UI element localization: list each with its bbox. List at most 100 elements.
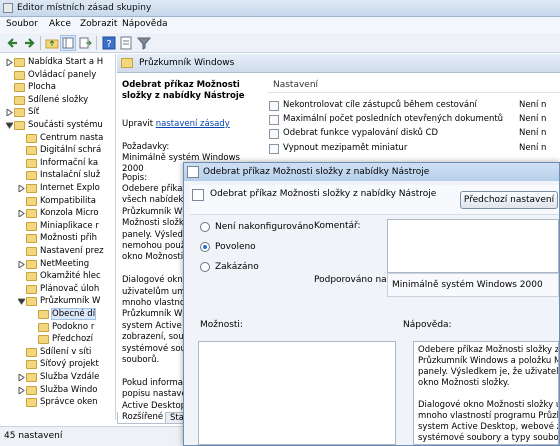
up-folder-icon[interactable] [45,36,59,50]
folder-icon [26,221,37,231]
tree-item-label: Konzola Micro [40,208,99,219]
help-line: Průzkumník Windows a položku Možn [418,356,558,366]
folder-icon [26,347,37,357]
tab-extended[interactable]: Rozšířené [117,412,169,424]
tree-item[interactable]: Součásti systému [0,120,115,131]
tree-item[interactable]: Možnosti přih [0,233,115,244]
tree-item[interactable]: Nastavení prez [0,246,115,257]
tree-item[interactable]: Správce oken [0,397,115,408]
comment-label: Komentář: [314,221,361,231]
collapsed-icon[interactable] [18,210,25,218]
folder-icon [38,322,49,332]
tree-item[interactable]: Služba Vzdále [0,372,115,383]
setting-icon [269,115,279,126]
policy-editor-icon [3,3,13,13]
dialog-title: Odebrat příkaz Možnosti složky z nabídky… [203,167,430,177]
tree-item[interactable]: Obecné dí [0,308,115,320]
dialog-title-bar[interactable]: Odebrat příkaz Možnosti složky z nabídky… [184,163,559,181]
toolbar-separator [96,36,97,50]
folder-icon [14,121,25,130]
tree-item[interactable]: Plocha [0,82,115,93]
back-icon[interactable] [6,36,20,50]
description-title: Odebrat příkaz Možnosti složky z nabídky… [122,80,245,101]
tree-item[interactable]: Síťový projekt [0,359,115,370]
tree-item[interactable]: Internet Explo [0,183,115,194]
tree-item[interactable]: Miniaplikace r [0,220,115,232]
tree-item[interactable]: Informační ka [0,158,115,169]
collapsed-icon[interactable] [18,374,25,381]
tree-item[interactable]: Centrum nasta [0,133,115,144]
expanded-icon[interactable] [18,298,25,306]
tree-item[interactable]: Konzola Micro [0,208,115,219]
tree-item[interactable]: Plánovač úloh [0,284,115,295]
menu-action[interactable]: Akce [49,19,71,29]
previous-setting-button[interactable]: Předchozí nastavení [460,191,558,209]
help-icon[interactable]: ? [102,36,116,50]
folder-icon [26,297,37,307]
table-row[interactable]: Vypnout mezipamět miniatur Není n [267,143,560,155]
tree-item[interactable]: Instalační služ [0,170,115,181]
radio-circle[interactable] [200,262,210,272]
collapsed-icon[interactable] [6,59,13,66]
table-row[interactable]: Maximální počet posledních otevřených do… [267,114,560,126]
export-list-icon[interactable] [78,36,92,50]
folder-icon [121,58,133,68]
tree-item-label: Nabídka Start a H [28,57,104,67]
show-hide-tree-icon[interactable] [60,35,76,51]
properties-icon[interactable] [119,36,133,50]
collapsed-icon[interactable] [18,386,25,394]
dialog-header: Odebrat příkaz Možnosti složky z nabídky… [190,185,559,215]
main-title-bar[interactable]: Editor místních zásad skupiny [0,0,560,17]
tree-item[interactable]: Kompatibilita [0,196,115,207]
tree-item[interactable]: Podokno r [0,322,115,333]
radio-label: Není nakonfigurováno [215,222,314,232]
menu-file[interactable]: Soubor [6,19,38,29]
setting-state: Není n [519,100,547,110]
folder-icon [26,385,37,395]
tree-item[interactable]: Sdílení v síti [0,347,115,358]
table-row[interactable]: Odebrat funkce vypalování disků CD Není n [267,128,560,140]
collapsed-icon[interactable] [6,109,13,117]
window-title: Editor místních zásad skupiny [17,3,152,13]
edit-policy-link[interactable]: nastavení zásady [156,119,230,129]
radio-circle[interactable] [200,242,210,252]
tree-item[interactable]: Nabídka Start a H [0,57,115,68]
tree-item[interactable]: Digitální schrá [0,145,115,156]
supported-on-value: Minimálně systém Windows 2000 [392,280,543,290]
toolbar-separator [40,36,41,50]
tree-item[interactable]: Služba Windo [0,384,115,396]
tree-item-label: Síťový projekt [40,359,99,370]
tree-item-label: Miniaplikace r [40,220,99,231]
forward-icon[interactable] [22,36,36,50]
tree-item-label: Okamžité hlec [40,271,101,282]
folder-icon [26,133,37,143]
tree-item-label: Služba Windo [40,384,98,395]
folder-icon [26,284,37,294]
tree-item[interactable]: Síť [0,107,115,118]
filter-icon[interactable] [137,36,151,50]
radio-circle[interactable] [200,222,210,232]
setting-icon [269,143,279,154]
tree-item-label: Internet Explo [40,183,100,193]
tree-item[interactable]: Okamžité hlec [0,271,115,282]
menu-view[interactable]: Zobrazit [80,19,117,29]
tree-item[interactable]: Ovládací panely [0,70,115,81]
expanded-icon[interactable] [6,122,13,129]
folder-icon [26,272,37,282]
help-line: panely. Výsledkem je, že uživatelé ne [418,367,559,377]
comment-field[interactable] [387,219,559,273]
tree-item[interactable]: Sdílené složky [0,95,115,106]
tree-item[interactable]: NetMeeting [0,259,115,270]
tree-item[interactable]: Předchozí [0,334,115,345]
menu-help[interactable]: Nápověda [122,19,168,29]
policy-setting-icon [192,189,204,201]
requirements-label: Požadavky: [122,142,170,152]
collapsed-icon[interactable] [18,185,25,192]
column-setting[interactable]: Nastavení [273,80,318,90]
tree-item-label: Plocha [28,82,56,93]
folder-icon [38,310,49,319]
pane-header-title: Průzkumník Windows [139,58,235,68]
table-row[interactable]: Nekontrolovat cíle zástupců během cestov… [267,100,560,112]
collapsed-icon[interactable] [18,260,25,268]
tree-item[interactable]: Průzkumník W [0,296,115,307]
